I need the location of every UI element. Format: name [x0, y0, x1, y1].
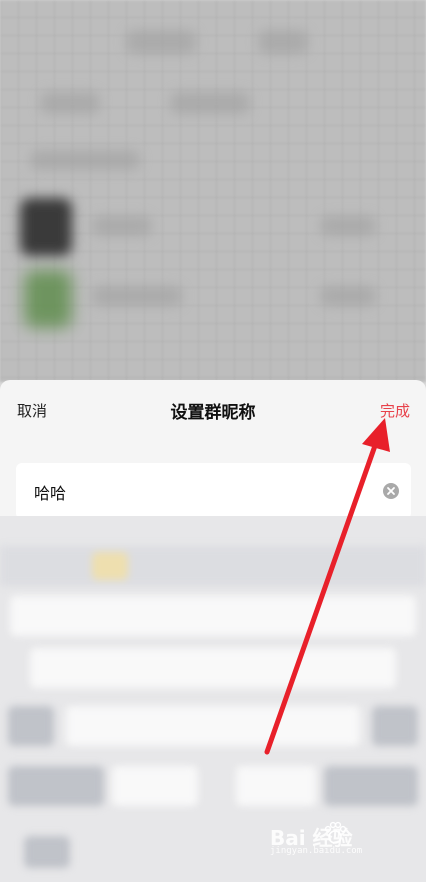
keyboard-key[interactable]: [236, 766, 316, 806]
blurred-row-block: [320, 286, 376, 306]
blurred-row-block: [40, 92, 100, 114]
keyboard-key[interactable]: [10, 596, 416, 636]
keyboard-key[interactable]: [8, 706, 54, 746]
sheet-title: 设置群昵称: [170, 403, 256, 423]
keyboard-key[interactable]: [66, 706, 360, 746]
keyboard-key[interactable]: [324, 766, 418, 806]
keyboard-key[interactable]: [24, 836, 70, 868]
nickname-field[interactable]: [16, 463, 411, 519]
keyboard-key[interactable]: [30, 648, 396, 688]
paw-icon: [324, 821, 347, 844]
blurred-row-block: [30, 150, 140, 170]
sheet-header: 取消 设置群昵称 完成: [0, 380, 426, 440]
blurred-avatar: [20, 198, 72, 256]
keyboard-key[interactable]: [112, 766, 198, 806]
clear-icon[interactable]: [383, 483, 399, 499]
blurred-row-block: [320, 216, 376, 236]
blurred-row-block: [92, 216, 152, 236]
keyboard-key[interactable]: [372, 706, 418, 746]
keyboard-suggestion-bar: [0, 546, 426, 586]
keyboard-key[interactable]: [92, 552, 128, 580]
baidu-jingyan-watermark: Bai 经验 jingyan.baidu.com: [270, 821, 400, 866]
blurred-row-block: [92, 286, 182, 306]
blurred-header-block: [258, 30, 308, 54]
keyboard-key[interactable]: [8, 766, 104, 806]
done-button[interactable]: 完成: [380, 400, 410, 421]
blurred-row-block: [170, 92, 250, 114]
watermark-url: jingyan.baidu.com: [270, 846, 363, 856]
blurred-avatar: [24, 270, 72, 328]
blurred-header-block: [126, 30, 196, 54]
nickname-input[interactable]: [32, 478, 366, 506]
